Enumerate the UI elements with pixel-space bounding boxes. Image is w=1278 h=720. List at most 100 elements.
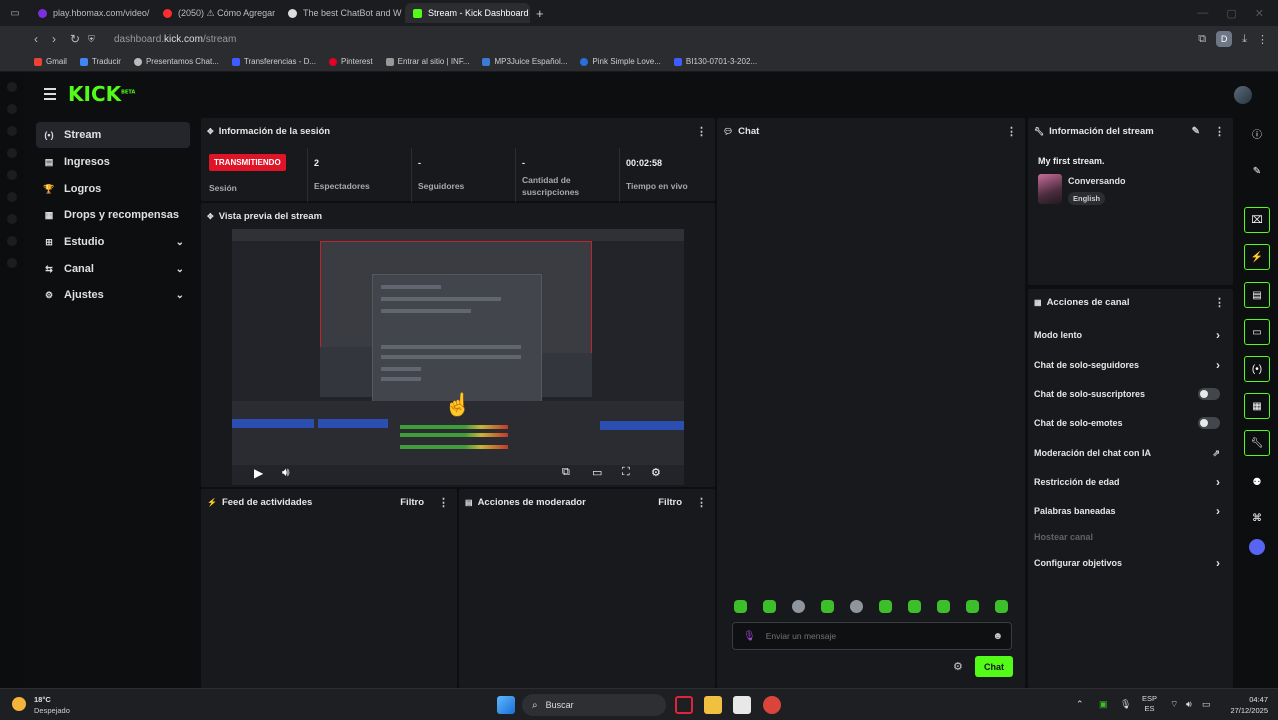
browser-tab-youtube[interactable]: (2050) ⚠ Cómo Agregar <box>155 3 280 23</box>
moderation-icon[interactable]: ▦ <box>1244 393 1270 419</box>
tray-app-icon[interactable]: ▣ <box>1099 699 1108 710</box>
emotes-only-toggle[interactable] <box>1198 417 1220 429</box>
downloads-icon[interactable]: ⤓ <box>1242 33 1247 46</box>
discord-icon[interactable] <box>1244 534 1270 560</box>
kick-logo[interactable]: KICKBETA <box>68 82 135 106</box>
subscribers-only-toggle[interactable] <box>1198 388 1220 400</box>
chrome-icon[interactable] <box>763 696 781 714</box>
stream-video-player[interactable] <box>232 229 684 485</box>
profile-avatar[interactable]: D <box>1216 31 1233 47</box>
bookmark-pink[interactable]: Pink Simple Love... <box>580 57 661 66</box>
panel-menu-icon[interactable]: ⋮ <box>696 125 707 138</box>
windows-start-icon[interactable] <box>497 696 515 714</box>
action-modo-lento[interactable]: Modo lento › <box>1034 325 1220 345</box>
new-tab-button[interactable]: + <box>530 6 550 21</box>
chat-settings-icon[interactable]: ⚙ <box>953 660 963 673</box>
chat-message-input[interactable]: 🎙︎ Enviar un mensaje ☻ <box>732 622 1012 650</box>
sidebar-item-canal[interactable]: ⇆ Canal ⌄ <box>36 256 190 282</box>
sidebar-item-stream[interactable]: (•) Stream <box>36 122 190 148</box>
side-icon[interactable] <box>7 192 17 202</box>
side-icon[interactable] <box>7 126 17 136</box>
browser-tab-hbomax[interactable]: play.hbomax.com/video/ <box>30 3 155 23</box>
sidebar-item-ingresos[interactable]: ▤ Ingresos <box>36 149 190 175</box>
tray-chevron-icon[interactable]: ⌃ <box>1076 699 1084 710</box>
site-info-icon[interactable]: ⛨ <box>88 34 106 45</box>
battery-icon[interactable]: ▭ <box>1202 699 1211 710</box>
wrench-icon[interactable]: 🔧︎ <box>1244 430 1270 456</box>
side-icon[interactable] <box>7 148 17 158</box>
bookmark-presentamos[interactable]: Presentamos Chat... <box>133 57 219 66</box>
send-chat-button[interactable]: Chat <box>975 656 1013 677</box>
emote-icon[interactable] <box>763 600 776 613</box>
grip-icon[interactable]: ✥ <box>207 127 214 136</box>
panel-menu-icon[interactable]: ⋮ <box>696 496 707 509</box>
taskbar-search[interactable]: ⌕ Buscar <box>522 694 666 716</box>
filter-button[interactable]: Filtro <box>658 497 682 508</box>
pip-icon[interactable]: ⧉ <box>562 466 570 479</box>
fullscreen-icon[interactable]: ⛶ <box>622 466 630 479</box>
reload-icon[interactable]: ↻ <box>70 32 88 46</box>
panel-menu-icon[interactable]: ⋮ <box>1006 125 1017 138</box>
grip-icon[interactable]: ✥ <box>207 212 214 221</box>
grid-icon[interactable]: ⌘ <box>1244 505 1270 531</box>
sidebar-item-estudio[interactable]: ⊞ Estudio ⌄ <box>36 229 190 255</box>
user-avatar[interactable] <box>1234 86 1252 104</box>
opera-icon[interactable] <box>675 696 693 714</box>
theater-icon[interactable]: ▭ <box>592 466 602 479</box>
tray-mic-icon[interactable]: 🎙︎ <box>1120 699 1131 710</box>
forward-icon[interactable]: › <box>52 32 70 46</box>
bookmark-mp3juice[interactable]: MP3Juice Español... <box>482 57 567 66</box>
info-icon[interactable]: ⓘ <box>1244 120 1270 146</box>
volume-icon[interactable]: 🔊︎ <box>1186 699 1192 710</box>
language-indicator[interactable]: ESP ES <box>1142 694 1157 714</box>
bookmark-entrar[interactable]: Entrar al sitio | INF... <box>385 57 469 66</box>
play-icon[interactable]: ▶ <box>254 466 263 480</box>
emote-icon[interactable] <box>995 600 1008 613</box>
minimize-icon[interactable]: — <box>1197 7 1208 20</box>
side-icon[interactable] <box>7 104 17 114</box>
bookmark-gmail[interactable]: Gmail <box>34 57 67 66</box>
back-icon[interactable]: ‹ <box>34 32 52 46</box>
microphone-icon[interactable]: 🎙︎ <box>743 631 756 642</box>
emote-icon[interactable] <box>966 600 979 613</box>
side-icon[interactable] <box>7 170 17 180</box>
scene-icon[interactable]: ⌧ <box>1244 207 1270 233</box>
emote-icon[interactable] <box>937 600 950 613</box>
action-restriccion-edad[interactable]: Restricción de edad › <box>1034 472 1220 492</box>
action-palabras-baneadas[interactable]: Palabras baneadas › <box>1034 501 1220 521</box>
bookmark-bi130[interactable]: BI130-0701-3-202... <box>673 57 757 66</box>
panel-menu-icon[interactable]: ⋮ <box>438 496 449 509</box>
close-window-icon[interactable]: ✕ <box>1255 7 1264 20</box>
bolt-icon[interactable]: ⚡ <box>1244 244 1270 270</box>
menu-kebab-icon[interactable]: ⋮ <box>1257 33 1268 46</box>
emote-icon[interactable] <box>792 600 805 613</box>
action-configurar-objetivos[interactable]: Configurar objetivos › <box>1034 553 1220 573</box>
url-field[interactable]: dashboard.kick.com/stream <box>114 34 236 45</box>
bookmark-transferencias[interactable]: Transferencias - D... <box>231 57 316 66</box>
pencil-icon[interactable]: ✎ <box>1244 158 1270 184</box>
sidebar-item-drops[interactable]: ▦ Drops y recompensas <box>36 202 190 228</box>
filter-button[interactable]: Filtro <box>400 497 424 508</box>
tab-actions-icon[interactable]: ▭ <box>0 8 30 19</box>
side-icon[interactable] <box>7 82 17 92</box>
emote-icon[interactable] <box>908 600 921 613</box>
edit-pencil-icon[interactable]: ✎ <box>1192 126 1200 137</box>
stream-category[interactable]: Conversando <box>1068 176 1126 186</box>
file-explorer-icon[interactable] <box>704 696 722 714</box>
panel-menu-icon[interactable]: ⋮ <box>1214 125 1225 138</box>
emoji-picker-icon[interactable]: ☻ <box>992 631 1003 642</box>
browser-tab-chatbot[interactable]: The best ChatBot and W <box>280 3 405 23</box>
store-icon[interactable] <box>733 696 751 714</box>
wifi-icon[interactable]: ⌔ <box>1170 699 1178 710</box>
side-icon[interactable] <box>7 258 17 268</box>
panel-menu-icon[interactable]: ⋮ <box>1214 296 1225 309</box>
weather-moon-icon[interactable] <box>12 697 26 711</box>
sidebar-item-logros[interactable]: 🏆 Logros <box>36 176 190 202</box>
side-icon[interactable] <box>7 214 17 224</box>
broadcast-icon[interactable]: (•) <box>1244 356 1270 382</box>
sidebar-item-ajustes[interactable]: ⚙ Ajustes ⌄ <box>36 282 190 308</box>
chat-icon[interactable]: ▭ <box>1244 319 1270 345</box>
hamburger-menu-icon[interactable] <box>44 88 56 103</box>
maximize-icon[interactable]: ▢ <box>1226 7 1236 20</box>
extensions-icon[interactable]: ⧉ <box>1198 33 1206 46</box>
